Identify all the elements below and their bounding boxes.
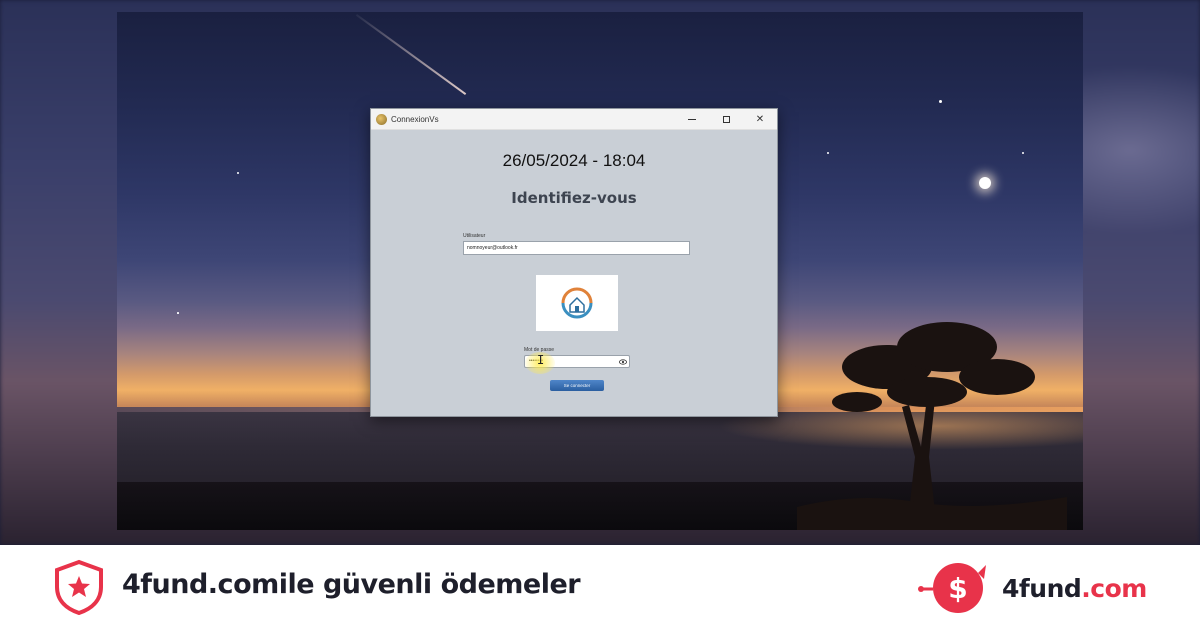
close-button[interactable]: ✕ [743,109,777,130]
app-icon [376,113,387,125]
minimize-icon [688,118,696,120]
login-window: ConnexionVs ✕ 26/05/2024 - 18:04 Identif… [370,108,778,417]
screen: ConnexionVs ✕ 26/05/2024 - 18:04 Identif… [0,0,1200,630]
house-logo-icon [561,287,593,319]
maximize-icon [722,115,730,123]
meteor-streak [356,14,467,95]
window-title: ConnexionVs [391,114,439,124]
datetime-display: 26/05/2024 - 18:04 [502,151,646,170]
star [939,100,942,103]
maximize-button[interactable] [709,109,743,130]
company-logo [536,275,618,331]
close-icon: ✕ [755,113,765,125]
svg-text:$: $ [948,572,967,605]
footer-banner: 4fund.comile güvenli ödemeler $ 4fund.co… [0,545,1200,630]
brand-name: 4fund.com [1002,573,1147,603]
brand-logo[interactable]: $ 4fund.com [914,559,1147,617]
desktop-wallpaper: ConnexionVs ✕ 26/05/2024 - 18:04 Identif… [117,12,1083,530]
user-label: Utilisateur [463,233,486,239]
star [237,172,239,174]
title-bar[interactable]: ConnexionVs ✕ [371,109,777,130]
star [1022,152,1024,154]
footer-tagline: 4fund.comile güvenli ödemeler [122,569,581,600]
star [827,152,829,154]
shield-star-icon [55,559,103,615]
minimize-button[interactable] [675,109,709,130]
tree-silhouette [797,322,1067,530]
login-heading: Identifiez-vous [511,189,637,207]
star [177,312,179,314]
text-cursor-icon: I [537,353,545,367]
user-field[interactable]: nomnoyeur@outlook.fr [463,241,690,255]
eye-icon[interactable] [619,359,627,365]
planet-venus [979,177,991,189]
piggy-bank-icon: $ [918,563,986,613]
login-button[interactable]: Se connecter [550,380,604,391]
